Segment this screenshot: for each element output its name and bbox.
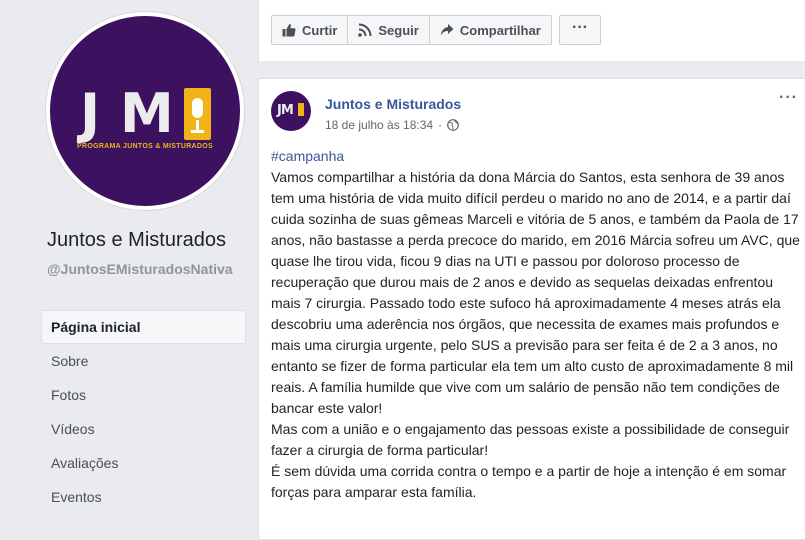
- avatar-logo-letters: JM: [277, 103, 294, 118]
- meta-separator: ·: [438, 118, 443, 132]
- logo-letter-m: M: [120, 82, 174, 145]
- share-button[interactable]: Compartilhar: [430, 16, 551, 44]
- more-options-button[interactable]: ···: [559, 15, 601, 45]
- logo-letter-j: J: [80, 82, 100, 145]
- post-author-avatar[interactable]: JM: [271, 91, 311, 131]
- post-text: #campanha Vamos compartilhar a história …: [271, 146, 801, 503]
- post-paragraph: Mas com a união e o engajamento das pess…: [271, 421, 790, 458]
- left-column: J M PROGRAMA JUNTOS & MISTURADOS Juntos …: [0, 0, 258, 522]
- nav-item-sobre[interactable]: Sobre: [41, 344, 246, 378]
- page-action-bar: Curtir Seguir Compartilhar ···: [258, 0, 805, 61]
- logo-subtitle: PROGRAMA JUNTOS & MISTURADOS: [77, 143, 213, 150]
- like-button[interactable]: Curtir: [272, 16, 349, 44]
- post-meta: 18 de julho às 18:34 ·: [325, 118, 459, 132]
- profile-picture[interactable]: J M PROGRAMA JUNTOS & MISTURADOS: [46, 12, 244, 210]
- post-options-button[interactable]: ···: [779, 89, 798, 107]
- post-author-name[interactable]: Juntos e Misturados: [325, 96, 461, 112]
- thumbs-up-icon: [282, 24, 296, 37]
- nav-item-videos[interactable]: Vídeos: [41, 412, 246, 446]
- microphone-icon: [298, 103, 304, 116]
- rss-icon: [358, 23, 372, 37]
- like-label: Curtir: [302, 22, 338, 38]
- page-logo: J M PROGRAMA JUNTOS & MISTURADOS: [50, 16, 240, 206]
- page-nav: Página inicial Sobre Fotos Vídeos Avalia…: [41, 310, 246, 514]
- post-paragraph: É sem dúvida uma corrida contra o tempo …: [271, 463, 787, 500]
- globe-icon[interactable]: [447, 119, 459, 131]
- post-paragraph: Vamos compartilhar a história da dona Má…: [271, 169, 800, 416]
- post-card: JM Juntos e Misturados 18 de julho às 18…: [258, 78, 805, 540]
- follow-label: Seguir: [378, 22, 419, 38]
- post-timestamp[interactable]: 18 de julho às 18:34: [325, 118, 433, 132]
- hashtag-link[interactable]: #campanha: [271, 148, 344, 164]
- share-label: Compartilhar: [459, 22, 541, 38]
- nav-item-pagina-inicial[interactable]: Página inicial: [41, 310, 246, 344]
- action-button-group: Curtir Seguir Compartilhar: [271, 15, 552, 45]
- nav-item-avaliacoes[interactable]: Avaliações: [41, 446, 246, 480]
- follow-button[interactable]: Seguir: [348, 16, 430, 44]
- share-arrow-icon: [440, 24, 454, 36]
- nav-item-eventos[interactable]: Eventos: [41, 480, 246, 514]
- nav-item-fotos[interactable]: Fotos: [41, 378, 246, 412]
- page-handle[interactable]: @JuntosEMisturadosNativa: [47, 261, 247, 277]
- microphone-icon: [184, 88, 211, 140]
- page-title[interactable]: Juntos e Misturados: [47, 229, 226, 252]
